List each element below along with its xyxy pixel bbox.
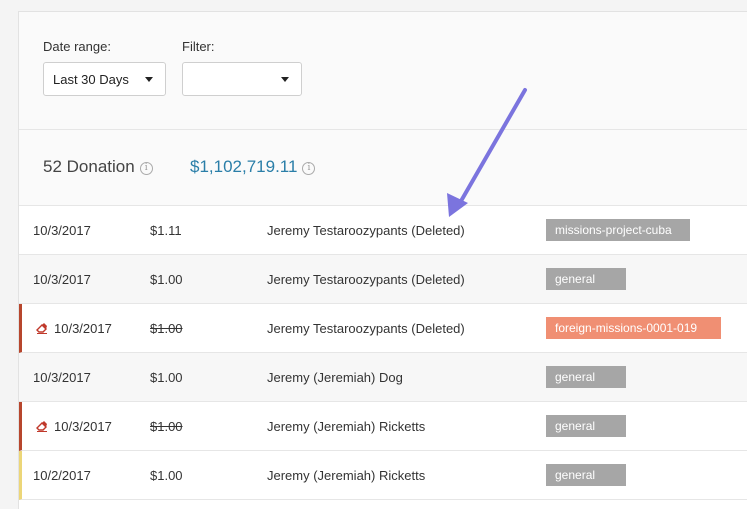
filters-bar: Date range: Last 30 Days Filter:: [19, 12, 747, 130]
donation-amount: $1.11: [150, 223, 182, 238]
date-range-value: Last 30 Days: [53, 72, 129, 87]
table-row[interactable]: 10/3/2017 $1.11 Jeremy Testaroozypants (…: [19, 206, 747, 255]
table-row[interactable]: 10/2/2017 $1.00 Jeremy (Jeremiah) Ricket…: [19, 451, 747, 500]
donation-amount: $1.00: [150, 468, 183, 483]
donation-total-text: $1,102,719.11: [190, 157, 298, 176]
table-row[interactable]: 10/3/2017 $1.00 Jeremy (Jeremiah) Ricket…: [19, 402, 747, 451]
eraser-icon: [36, 421, 47, 432]
donor-name[interactable]: Jeremy Testaroozypants (Deleted): [267, 321, 465, 336]
filter-label: Filter:: [182, 39, 215, 54]
donor-name[interactable]: Jeremy (Jeremiah) Ricketts: [267, 468, 425, 483]
donation-list: 10/3/2017 $1.11 Jeremy Testaroozypants (…: [19, 206, 747, 500]
donations-panel: Date range: Last 30 Days Filter: 52 Dona…: [18, 11, 747, 509]
donor-name[interactable]: Jeremy Testaroozypants (Deleted): [267, 272, 465, 287]
donor-name[interactable]: Jeremy (Jeremiah) Dog: [267, 370, 403, 385]
donor-name[interactable]: Jeremy (Jeremiah) Ricketts: [267, 419, 425, 434]
fund-tag[interactable]: general: [546, 366, 626, 388]
fund-tag[interactable]: missions-project-cuba: [546, 219, 690, 241]
donation-summary: 52 Donation i $1,102,719.11 i: [19, 130, 747, 206]
donation-date: 10/3/2017: [33, 223, 91, 238]
donation-count: 52 Donation i: [43, 157, 153, 177]
table-row[interactable]: 10/3/2017 $1.00 Jeremy (Jeremiah) Dog ge…: [19, 353, 747, 402]
donation-amount: $1.00: [150, 272, 183, 287]
donation-amount: $1.00: [150, 419, 183, 434]
donation-count-text: 52 Donation: [43, 157, 135, 176]
table-row[interactable]: 10/3/2017 $1.00 Jeremy Testaroozypants (…: [19, 304, 747, 353]
info-icon[interactable]: i: [139, 162, 153, 175]
fund-tag[interactable]: foreign-missions-0001-019: [546, 317, 721, 339]
donation-amount: $1.00: [150, 321, 183, 336]
donation-total: $1,102,719.11 i: [190, 157, 316, 177]
donation-date: 10/3/2017: [33, 272, 91, 287]
donation-date-edited: 10/3/2017: [36, 321, 112, 336]
date-range-label: Date range:: [43, 39, 111, 54]
fund-tag[interactable]: general: [546, 415, 626, 437]
donation-date: 10/3/2017: [54, 321, 112, 336]
donation-date: 10/3/2017: [54, 419, 112, 434]
donor-name[interactable]: Jeremy Testaroozypants (Deleted): [267, 223, 465, 238]
fund-tag[interactable]: general: [546, 464, 626, 486]
donation-date: 10/2/2017: [33, 468, 91, 483]
donation-amount: $1.00: [150, 370, 183, 385]
donation-date: 10/3/2017: [33, 370, 91, 385]
chevron-down-icon: [145, 77, 153, 82]
donation-date-edited: 10/3/2017: [36, 419, 112, 434]
date-range-select[interactable]: Last 30 Days: [43, 62, 166, 96]
info-icon[interactable]: i: [302, 162, 316, 175]
filter-select[interactable]: [182, 62, 302, 96]
eraser-icon: [36, 323, 47, 334]
fund-tag[interactable]: general: [546, 268, 626, 290]
table-row[interactable]: 10/3/2017 $1.00 Jeremy Testaroozypants (…: [19, 255, 747, 304]
chevron-down-icon: [281, 77, 289, 82]
